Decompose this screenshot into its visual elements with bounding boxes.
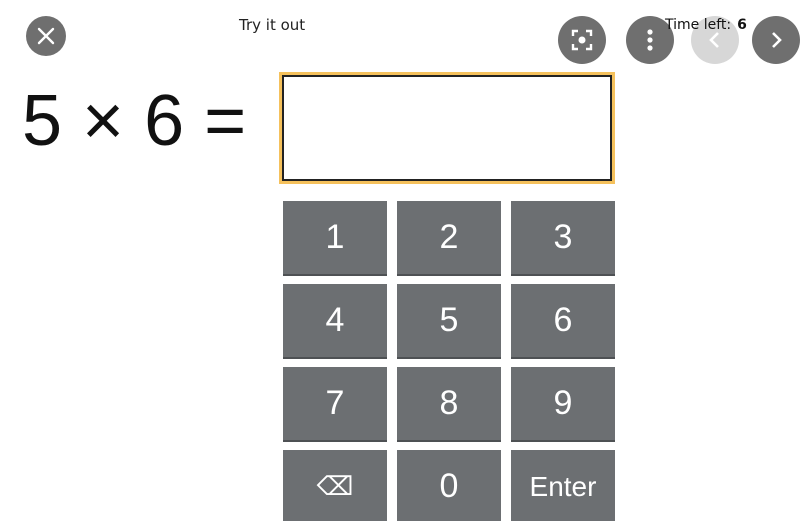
key-8[interactable]: 8 bbox=[397, 367, 501, 442]
enter-key[interactable]: Enter bbox=[511, 450, 615, 521]
key-2[interactable]: 2 bbox=[397, 201, 501, 276]
key-0[interactable]: 0 bbox=[397, 450, 501, 521]
lens-icon bbox=[571, 29, 593, 51]
chevron-right-icon bbox=[772, 32, 782, 48]
key-1[interactable]: 1 bbox=[283, 201, 387, 276]
close-icon bbox=[37, 27, 55, 45]
equation-text: 5 × 6 = bbox=[22, 81, 247, 161]
close-button[interactable] bbox=[26, 16, 66, 56]
backspace-key[interactable]: ⌫ bbox=[283, 450, 387, 521]
key-3[interactable]: 3 bbox=[511, 201, 615, 276]
next-button[interactable] bbox=[752, 16, 800, 64]
chevron-left-icon bbox=[709, 32, 719, 48]
page-title: Try it out bbox=[239, 16, 306, 34]
key-5[interactable]: 5 bbox=[397, 284, 501, 359]
answer-box[interactable] bbox=[279, 72, 615, 184]
timer-value: 6 bbox=[737, 17, 747, 33]
timer: Time left: 6 bbox=[665, 17, 747, 33]
timer-label: Time left: bbox=[665, 17, 732, 33]
key-9[interactable]: 9 bbox=[511, 367, 615, 442]
key-4[interactable]: 4 bbox=[283, 284, 387, 359]
quiz-screen: Try it out Time left: 6 5 × 6 = 1 2 3 4 … bbox=[0, 0, 808, 521]
number-keypad: 1 2 3 4 5 6 7 8 9 ⌫ 0 Enter bbox=[283, 201, 616, 521]
key-7[interactable]: 7 bbox=[283, 367, 387, 442]
key-6[interactable]: 6 bbox=[511, 284, 615, 359]
lens-button[interactable] bbox=[558, 16, 606, 64]
answer-input[interactable] bbox=[284, 77, 610, 179]
backspace-icon: ⌫ bbox=[316, 471, 354, 501]
more-vert-icon bbox=[647, 29, 653, 51]
